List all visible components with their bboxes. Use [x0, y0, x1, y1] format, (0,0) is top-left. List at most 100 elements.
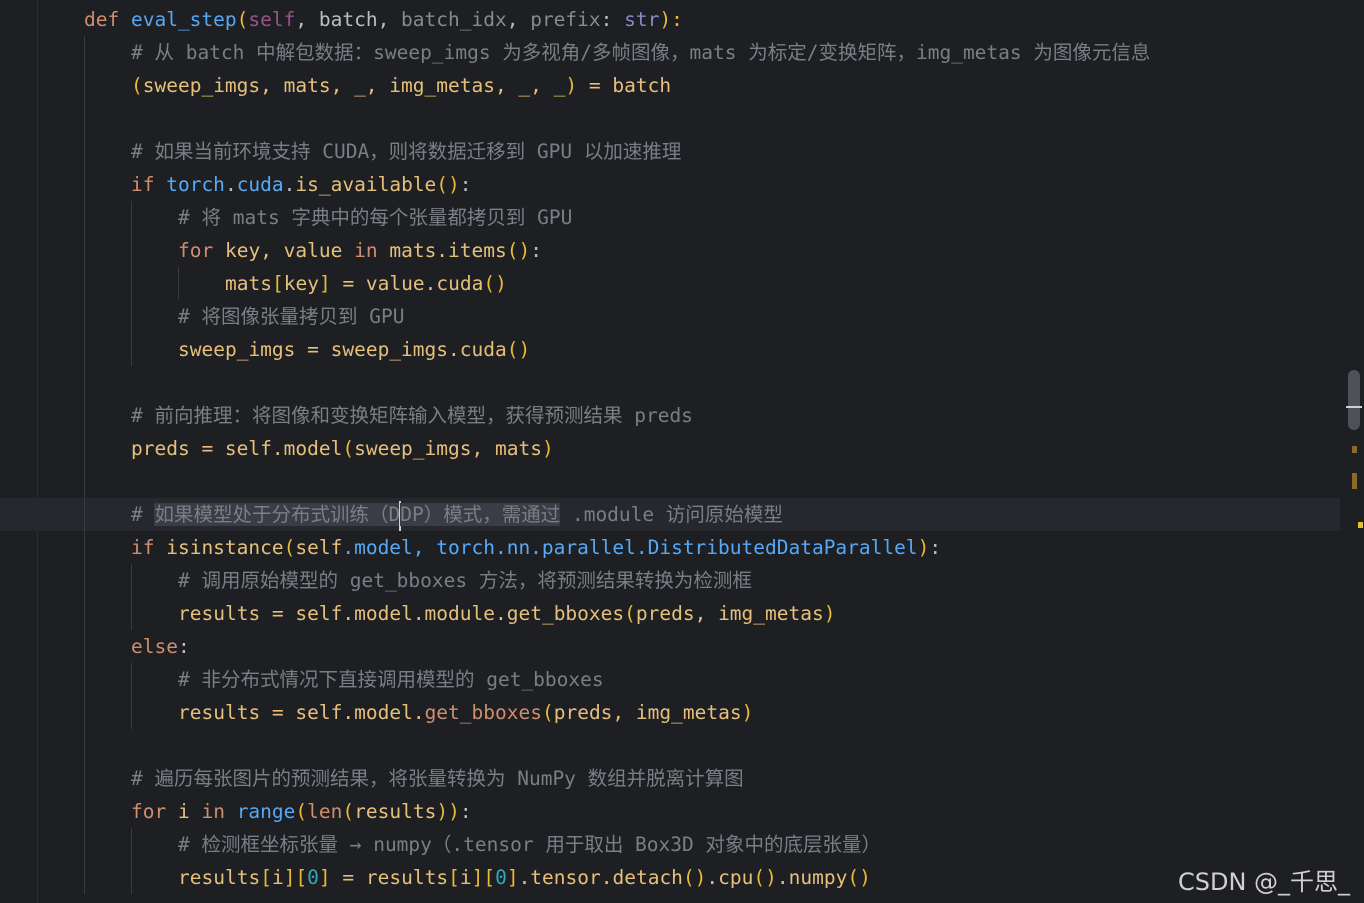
bracket: ()	[847, 866, 871, 889]
call-module-get-bboxes: .model.module.get_bboxes	[342, 602, 625, 625]
vertical-scrollbar-thumb[interactable]	[1348, 370, 1360, 430]
indent-guide	[84, 267, 85, 300]
call-numpy: .numpy	[776, 866, 848, 889]
code-line-13[interactable]: # 前向推理：将图像和变换矩阵输入模型，获得预测结果 preds	[0, 399, 1340, 432]
code-line-22[interactable]: results = self.model.get_bboxes(preds, i…	[0, 696, 1340, 729]
assign-sweep-imgs: sweep_imgs = sweep_imgs.cuda	[178, 338, 507, 361]
indent-guide	[84, 663, 85, 696]
code-line-27[interactable]: results[i][0] = results[i][0].tensor.det…	[0, 861, 1340, 894]
index-zero: 0	[307, 866, 319, 889]
code-editor[interactable]: def eval_step(self, batch, batch_idx, pr…	[0, 0, 1364, 903]
code-line-14[interactable]: preds = self.model(sweep_imgs, mats)	[0, 432, 1340, 465]
scroll-marker-warning	[1352, 446, 1357, 453]
colon: :	[459, 800, 472, 823]
code-line-6[interactable]: if torch.cuda.is_available():	[0, 168, 1340, 201]
indent-guide	[84, 135, 85, 168]
indent-guide	[131, 597, 132, 630]
bracket-close: )	[741, 701, 754, 724]
indent-guide	[84, 69, 85, 102]
bracket: (	[342, 800, 355, 823]
indent-guide	[84, 498, 85, 531]
keyword-for: for	[131, 800, 167, 823]
indent-guide	[84, 729, 85, 762]
code-line-16-current[interactable]: # 如果模型处于分布式训练（DDP）模式，需通过 .module 访问原始模型	[0, 498, 1340, 531]
indent-guide	[178, 267, 179, 300]
code-line-23[interactable]	[0, 729, 1340, 762]
indent-guide	[131, 300, 132, 333]
code-line-26[interactable]: # 检测框坐标张量 → numpy（.tensor 用于取出 Box3D 对象中…	[0, 828, 1340, 861]
assign-preds: preds =	[131, 437, 225, 460]
code-text: results = self.model.get_bboxes(preds, i…	[178, 696, 753, 729]
colon: :	[177, 635, 190, 658]
code-line-19[interactable]: results = self.model.module.get_bboxes(p…	[0, 597, 1340, 630]
bracket: (	[131, 74, 143, 97]
param-prefix: prefix	[530, 8, 601, 31]
indent-guide	[84, 399, 85, 432]
self-param: self	[248, 8, 296, 31]
code-line-17[interactable]: if isinstance(self.model, torch.nn.paral…	[0, 531, 1340, 564]
indent-guide	[131, 201, 132, 234]
code-line-7[interactable]: # 将 mats 字典中的每个张量都拷贝到 GPU	[0, 201, 1340, 234]
code-line-4[interactable]	[0, 102, 1340, 135]
call-get-bboxes: get_bboxes	[424, 701, 542, 724]
self-ref: self	[295, 536, 343, 559]
code-line-25[interactable]: for i in range(len(results)):	[0, 795, 1340, 828]
scroll-marker-warning	[1352, 473, 1357, 489]
assign-results: = results	[330, 866, 449, 889]
comment-with-selection: # 如果模型处于分布式训练（DDP）模式，需通过 .module 访问原始模型	[131, 498, 783, 531]
indent-guide	[84, 630, 85, 663]
indent-guide	[131, 828, 132, 861]
indent-guide	[84, 531, 85, 564]
indent-guide	[84, 564, 85, 597]
bracket-close: )	[541, 437, 554, 460]
code-line-12[interactable]	[0, 366, 1340, 399]
keyword-def: def	[84, 8, 120, 31]
separator: ,	[506, 8, 531, 31]
code-line-18[interactable]: # 调用原始模型的 get_bboxes 方法，将预测结果转换为检测框	[0, 564, 1340, 597]
code-line-15[interactable]	[0, 465, 1340, 498]
bracket: ()	[436, 173, 460, 196]
param-batch-idx: batch_idx	[401, 8, 507, 31]
code-line-24[interactable]: # 遍历每张图片的预测结果，将张量转换为 NumPy 数组并脱离计算图	[0, 762, 1340, 795]
indent-guide	[84, 36, 85, 69]
code-line-10[interactable]: # 将图像张量拷贝到 GPU	[0, 300, 1340, 333]
code-text: results = self.model.module.get_bboxes(p…	[178, 597, 835, 630]
code-text: (sweep_imgs, mats, _, img_metas, _, _) =…	[131, 69, 671, 102]
bracket: ][	[471, 866, 496, 889]
bracket: (	[283, 536, 296, 559]
code-line-11[interactable]: sweep_imgs = sweep_imgs.cuda()	[0, 333, 1340, 366]
builtin-range: range	[224, 800, 296, 823]
keyword-for: for	[178, 239, 214, 262]
code-line-3[interactable]: (sweep_imgs, mats, _, img_metas, _, _) =…	[0, 69, 1340, 102]
assign-cuda: = value.cuda	[330, 272, 484, 295]
code-line-2[interactable]: # 从 batch 中解包数据：sweep_imgs 为多视角/多帧图像，mat…	[0, 36, 1340, 69]
bracket: [	[271, 272, 284, 295]
code-line-8[interactable]: for key, value in mats.items():	[0, 234, 1340, 267]
bracket: ][	[283, 866, 308, 889]
code-line-9[interactable]: mats[key] = value.cuda()	[0, 267, 1340, 300]
call-args: preds, img_metas	[553, 701, 742, 724]
type-str: str	[624, 8, 660, 31]
code-area[interactable]: def eval_step(self, batch, batch_idx, pr…	[0, 3, 1340, 894]
bracket-close: )	[823, 602, 836, 625]
code-line-20[interactable]: else:	[0, 630, 1340, 663]
assign-results: results =	[178, 602, 296, 625]
indent-guide	[84, 333, 85, 366]
bracket: (	[342, 437, 355, 460]
call-cpu: .cpu	[706, 866, 754, 889]
code-text: results[i][0] = results[i][0].tensor.det…	[178, 861, 871, 894]
call-detach: .tensor.detach	[518, 866, 683, 889]
indent-guide	[84, 168, 85, 201]
bracket-close: )	[917, 536, 930, 559]
keyword-in: in	[201, 800, 225, 823]
code-text: else:	[131, 630, 190, 663]
code-line-21[interactable]: # 非分布式情况下直接调用模型的 get_bboxes	[0, 663, 1340, 696]
colon: :	[530, 239, 542, 262]
code-line-1[interactable]: def eval_step(self, batch, batch_idx, pr…	[0, 3, 1340, 36]
separator: ,	[295, 8, 319, 31]
code-line-5[interactable]: # 如果当前环境支持 CUDA，则将数据迁移到 GPU 以加速推理	[0, 135, 1340, 168]
attr-model: .model.	[342, 701, 425, 724]
comment: # 遍历每张图片的预测结果，将张量转换为 NumPy 数组并脱离计算图	[131, 767, 744, 790]
bracket: ()	[483, 272, 507, 295]
comment-hash: #	[131, 503, 155, 526]
